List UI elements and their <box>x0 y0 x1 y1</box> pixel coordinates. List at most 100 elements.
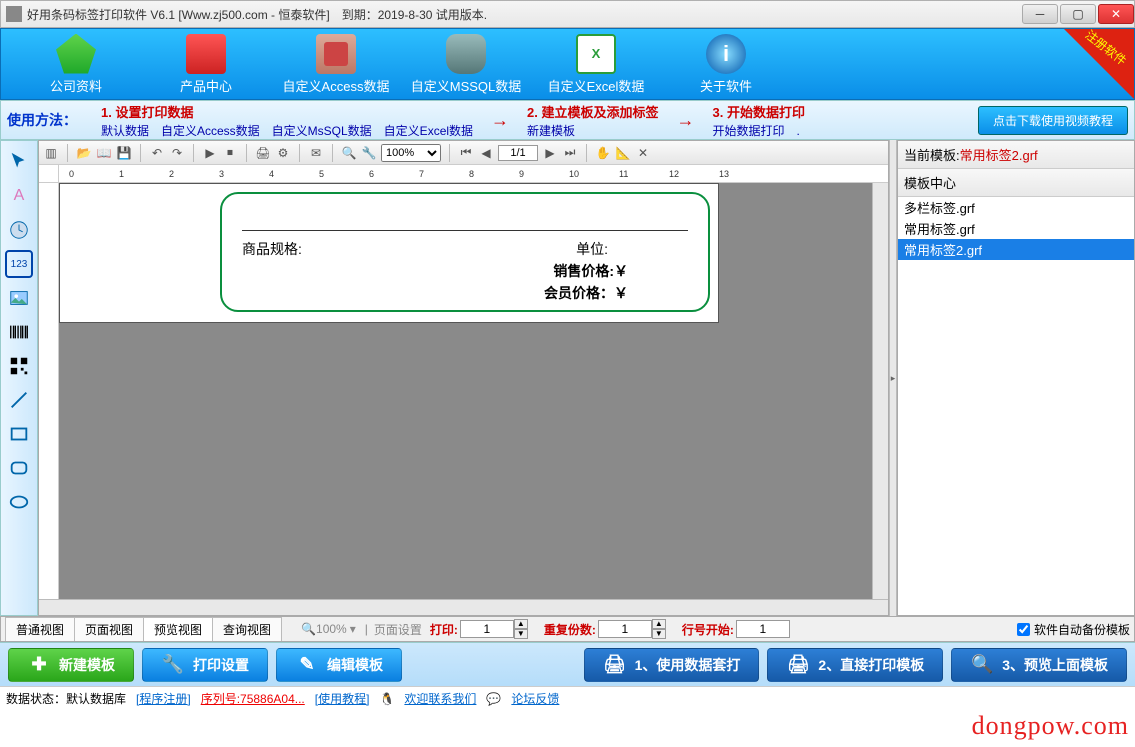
serial-label: 序列号:75886A04... <box>201 690 305 707</box>
redo-icon[interactable]: ↷ <box>169 145 185 161</box>
help-step-3[interactable]: 3. 开始数据打印开始数据打印 . <box>713 102 805 139</box>
ribbon-about[interactable]: i关于软件 <box>661 34 791 95</box>
workspace: A 123 ▥ 📂 📖 💾 ↶ ↷ ▶ ⏹ 🖨 ⚙ ✉ <box>0 140 1135 616</box>
barcode-tool[interactable] <box>5 318 33 346</box>
status-bar: 数据状态：默认数据库 [程序注册] 序列号:75886A04... [使用教程]… <box>0 686 1135 710</box>
forum-link[interactable]: 论坛反馈 <box>511 690 559 707</box>
template-item[interactable]: 多栏标签.grf <box>898 197 1134 218</box>
line-label: 行号开始: <box>682 621 734 638</box>
current-template-header: 当前模板:常用标签2.grf <box>898 141 1134 169</box>
template-list: 多栏标签.grf 常用标签.grf 常用标签2.grf <box>898 197 1134 615</box>
hand-icon[interactable]: ✋ <box>595 145 611 161</box>
first-page-icon[interactable]: ⏮ <box>458 145 474 161</box>
zoom-icon: 🔍 <box>301 622 316 636</box>
printer-icon: 🖨 <box>786 653 810 677</box>
pointer-tool[interactable] <box>5 148 33 176</box>
print-icon[interactable]: 🖨 <box>255 145 271 161</box>
autobackup-checkbox[interactable] <box>1017 623 1030 636</box>
help-step-1[interactable]: 1. 设置打印数据默认数据 自定义Access数据 自定义MsSQL数据 自定义… <box>101 102 473 139</box>
close-doc-icon[interactable]: ✕ <box>635 145 651 161</box>
sale-price-label: 销售价格:￥ <box>553 261 628 281</box>
close-button[interactable]: ✕ <box>1098 4 1134 24</box>
roundrect-tool[interactable] <box>5 454 33 482</box>
action-bar: ✚新建模板 🔧打印设置 ✎编辑模板 🖨1、使用数据套打 🖨2、直接打印模板 🔍3… <box>0 642 1135 686</box>
spec-label: 商品规格: <box>242 239 302 259</box>
text-tool[interactable]: A <box>5 182 33 210</box>
register-corner[interactable]: 注册软件 <box>1064 29 1134 99</box>
save-icon[interactable]: 💾 <box>116 145 132 161</box>
zoom-select[interactable]: 100% <box>381 144 441 162</box>
line-start-input[interactable] <box>736 620 790 638</box>
template-item[interactable]: 常用标签.grf <box>898 218 1134 239</box>
ribbon-company[interactable]: 公司资料 <box>11 34 141 95</box>
house-icon <box>56 34 96 74</box>
qrcode-tool[interactable] <box>5 352 33 380</box>
tutorial-link[interactable]: [使用教程] <box>315 690 370 707</box>
register-link[interactable]: [程序注册] <box>136 690 191 707</box>
last-page-icon[interactable]: ⏭ <box>562 145 578 161</box>
doclist-icon[interactable]: ▥ <box>43 145 59 161</box>
help-step-2[interactable]: 2. 建立模板及添加标签新建模板 <box>527 102 658 139</box>
book-icon[interactable]: 📖 <box>96 145 112 161</box>
repeat-count-input[interactable] <box>598 620 652 638</box>
line-tool[interactable] <box>5 386 33 414</box>
data-status: 数据状态：默认数据库 <box>6 690 126 707</box>
mail-icon[interactable]: ✉ <box>308 145 324 161</box>
editor-toolbar: ▥ 📂 📖 💾 ↶ ↷ ▶ ⏹ 🖨 ⚙ ✉ 🔍 🔧 100% ⏮ ◀ ▶ <box>39 141 888 165</box>
download-tutorial-button[interactable]: 点击下载使用视频教程 <box>978 106 1128 135</box>
prev-page-icon[interactable]: ◀ <box>478 145 494 161</box>
find-icon[interactable]: 🔍 <box>341 145 357 161</box>
label-template[interactable]: 商品规格:单位: 销售价格:￥ 会员价格：￥ <box>220 192 710 312</box>
stop-icon[interactable]: ⏹ <box>222 145 238 161</box>
ruler-icon[interactable]: 📐 <box>615 145 631 161</box>
spin-up[interactable]: ▲ <box>514 619 528 629</box>
info-icon: i <box>706 34 746 74</box>
open-icon[interactable]: 📂 <box>76 145 92 161</box>
direct-print-button[interactable]: 🖨2、直接打印模板 <box>767 648 943 682</box>
window-titlebar: 好用条码标签打印软件 V6.1 [Www.zj500.com - 恒泰软件] 到… <box>0 0 1135 28</box>
vertical-scrollbar[interactable] <box>872 183 888 599</box>
tab-normal[interactable]: 普通视图 <box>5 617 75 641</box>
contact-link[interactable]: 欢迎联系我们 <box>404 690 476 707</box>
minimize-button[interactable]: ─ <box>1022 4 1058 24</box>
page-input[interactable] <box>498 145 538 161</box>
exec-icon[interactable]: ▶ <box>202 145 218 161</box>
horizontal-scrollbar[interactable] <box>39 599 888 615</box>
spin-down[interactable]: ▼ <box>514 629 528 639</box>
contact-icon: 🐧 <box>379 692 394 706</box>
tab-query[interactable]: 查询视图 <box>212 617 282 641</box>
number-tool[interactable]: 123 <box>5 250 33 278</box>
member-price-label: 会员价格：￥ <box>544 283 628 303</box>
preview-button[interactable]: 🔍3、预览上面模板 <box>951 648 1127 682</box>
editor-area: ▥ 📂 📖 💾 ↶ ↷ ▶ ⏹ 🖨 ⚙ ✉ 🔍 🔧 100% ⏮ ◀ ▶ <box>38 140 889 616</box>
ellipse-tool[interactable] <box>5 488 33 516</box>
ribbon-mssql[interactable]: 自定义MSSQL数据 <box>401 34 531 95</box>
clock-tool[interactable] <box>5 216 33 244</box>
ribbon-product[interactable]: 产品中心 <box>141 34 271 95</box>
print-count-input[interactable] <box>460 620 514 638</box>
rect-tool[interactable] <box>5 420 33 448</box>
box-icon <box>186 34 226 74</box>
canvas-area: 商品规格:单位: 销售价格:￥ 会员价格：￥ <box>39 183 888 599</box>
ribbon-access[interactable]: 自定义Access数据 <box>271 34 401 95</box>
next-page-icon[interactable]: ▶ <box>542 145 558 161</box>
data-print-button[interactable]: 🖨1、使用数据套打 <box>584 648 760 682</box>
print-settings-button[interactable]: 🔧打印设置 <box>142 648 268 682</box>
key-icon <box>316 34 356 74</box>
maximize-button[interactable]: ▢ <box>1060 4 1096 24</box>
printset-icon[interactable]: ⚙ <box>275 145 291 161</box>
tool-icon[interactable]: 🔧 <box>361 145 377 161</box>
excel-icon: X <box>576 34 616 74</box>
undo-icon[interactable]: ↶ <box>149 145 165 161</box>
new-template-button[interactable]: ✚新建模板 <box>8 648 134 682</box>
splitter-handle[interactable]: ▸ <box>889 140 897 616</box>
tab-page[interactable]: 页面视图 <box>74 617 144 641</box>
ribbon-excel[interactable]: X自定义Excel数据 <box>531 34 661 95</box>
help-steps-row: 使用方法： 1. 设置打印数据默认数据 自定义Access数据 自定义MsSQL… <box>0 100 1135 140</box>
template-item[interactable]: 常用标签2.grf <box>898 239 1134 260</box>
pageset-link[interactable]: 页面设置 <box>374 621 422 638</box>
edit-template-button[interactable]: ✎编辑模板 <box>276 648 402 682</box>
tab-preview[interactable]: 预览视图 <box>143 617 213 641</box>
image-tool[interactable] <box>5 284 33 312</box>
canvas-background[interactable]: 商品规格:单位: 销售价格:￥ 会员价格：￥ <box>59 183 872 599</box>
